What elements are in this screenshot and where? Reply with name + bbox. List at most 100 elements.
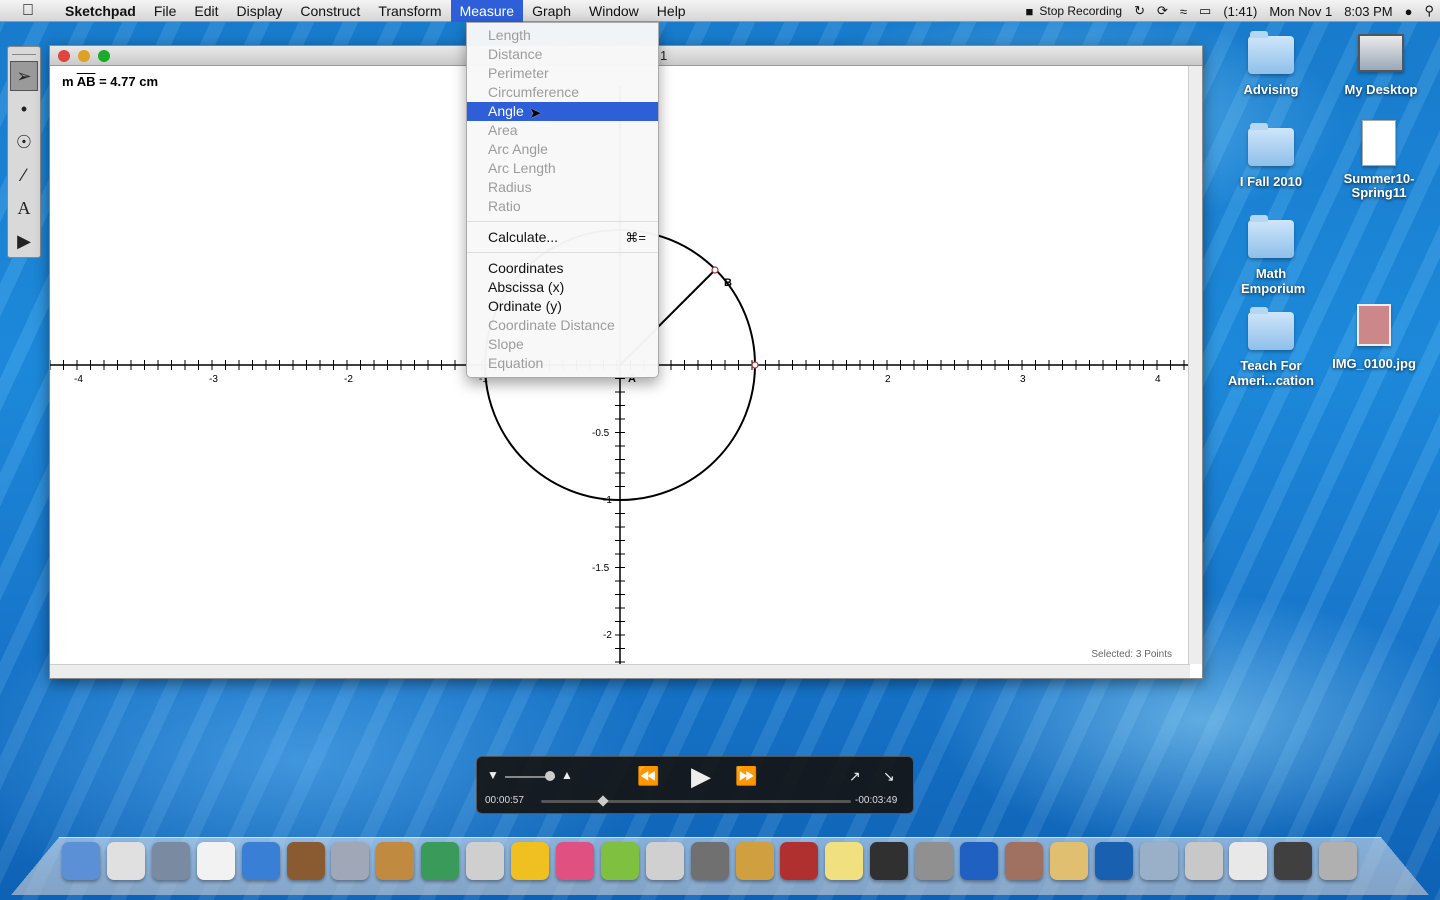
battery-icon[interactable]: ▭	[1193, 3, 1217, 19]
dock-iphoto-icon[interactable]	[286, 842, 325, 880]
record-stop-icon[interactable]: ■	[1020, 4, 1040, 19]
stop-recording-button[interactable]: Stop Recording	[1039, 4, 1128, 18]
menu-item-calculate[interactable]: Calculate... ⌘=	[467, 228, 658, 247]
dock-trash-icon[interactable]	[1319, 842, 1358, 880]
dock-latexit-icon[interactable]	[690, 842, 729, 880]
dock-iweb-icon[interactable]	[331, 842, 370, 880]
volume-knob[interactable]	[545, 771, 555, 781]
screen-icon	[1358, 34, 1404, 72]
dock-screen-recorder-icon[interactable]	[1274, 842, 1313, 880]
custom-tool-icon[interactable]: ▶	[10, 226, 38, 256]
menu-file[interactable]: File	[145, 0, 186, 22]
dock-mail-icon[interactable]	[151, 842, 190, 880]
dock-word-icon[interactable]	[735, 842, 774, 880]
menu-item-perimeter[interactable]: Perimeter	[467, 64, 658, 83]
desktop-folder-math-emporium[interactable]: Math Emporium	[1221, 215, 1321, 296]
desktop-file-img-0100[interactable]: IMG_0100.jpg	[1324, 304, 1424, 371]
menu-graph[interactable]: Graph	[523, 0, 580, 22]
dock-quicktime-icon[interactable]	[1094, 842, 1133, 880]
user-icon[interactable]: ●	[1399, 4, 1419, 19]
point-b[interactable]	[711, 266, 719, 274]
dock-chrome-icon[interactable]	[106, 842, 145, 880]
zoom-button-icon[interactable]	[98, 50, 110, 62]
menu-item-radius[interactable]: Radius	[467, 178, 658, 197]
apple-menu-icon[interactable]: 	[0, 2, 56, 20]
close-button-icon[interactable]	[58, 50, 70, 62]
dock-safari-icon[interactable]	[960, 842, 998, 880]
dock-garageband-icon[interactable]	[600, 842, 639, 880]
spotlight-search-icon[interactable]: ⚲	[1418, 3, 1440, 19]
menu-item-ratio[interactable]: Ratio	[467, 197, 658, 216]
rewind-icon[interactable]: ⏪	[637, 767, 659, 785]
dock-address-book-icon[interactable]	[1049, 842, 1088, 880]
dock-grapher-icon[interactable]	[511, 842, 549, 880]
dock-home-icon[interactable]	[1184, 842, 1223, 880]
menu-item-area[interactable]: Area	[467, 121, 658, 140]
menu-item-length[interactable]: Length	[467, 26, 658, 45]
menu-construct[interactable]: Construct	[291, 0, 369, 22]
desktop-folder-teach-for-america[interactable]: Teach For Ameri...cation	[1221, 307, 1321, 388]
minimize-button-icon[interactable]	[78, 50, 90, 62]
menu-item-coordinate-distance[interactable]: Coordinate Distance	[467, 316, 658, 335]
dock-applications-icon[interactable]	[1139, 842, 1178, 880]
menu-measure[interactable]: Measure	[450, 0, 524, 22]
dock-photo-booth-icon[interactable]	[1004, 842, 1043, 880]
dock-stickies-icon[interactable]	[825, 842, 864, 880]
dock-system-preferences-icon[interactable]	[915, 842, 954, 880]
menu-display[interactable]: Display	[228, 0, 292, 22]
menu-edit[interactable]: Edit	[185, 0, 227, 22]
time-machine-icon[interactable]: ↻	[1128, 3, 1151, 19]
menu-transform[interactable]: Transform	[369, 0, 450, 22]
dock-finder-icon[interactable]	[62, 842, 100, 880]
dock-numbers-icon[interactable]	[421, 842, 460, 880]
dock-itunes-icon[interactable]	[241, 842, 280, 880]
text-tool-icon[interactable]: A	[10, 193, 38, 223]
measurement-label[interactable]: m AB = 4.77 cm	[62, 74, 158, 89]
menu-item-slope[interactable]: Slope	[467, 335, 658, 354]
menu-item-arc-angle[interactable]: Arc Angle	[467, 140, 658, 159]
dock-ical-icon[interactable]	[196, 842, 235, 880]
menu-item-abscissa[interactable]: Abscissa (x)	[467, 278, 658, 297]
menu-item-distance[interactable]: Distance	[467, 45, 658, 64]
date-display[interactable]: Mon Nov 1	[1263, 4, 1338, 19]
point-tool-icon[interactable]: •	[10, 94, 38, 124]
menu-item-ordinate[interactable]: Ordinate (y)	[467, 297, 658, 316]
menu-help[interactable]: Help	[648, 0, 695, 22]
sync-icon[interactable]: ⟳	[1151, 3, 1174, 19]
dock-dictionary-icon[interactable]	[780, 842, 819, 880]
dock-color-icon[interactable]	[555, 842, 594, 880]
menu-item-arc-length[interactable]: Arc Length	[467, 159, 658, 178]
menu-item-angle[interactable]: Angle ➤	[467, 102, 658, 122]
dock-keynote-icon[interactable]	[376, 842, 415, 880]
toolbox-titlebar[interactable]	[12, 47, 36, 55]
straightedge-tool-icon[interactable]: ∕	[10, 160, 38, 190]
menu-app-name[interactable]: Sketchpad	[56, 0, 145, 22]
point-on-axis[interactable]	[751, 361, 759, 369]
progress-track[interactable]	[541, 800, 851, 803]
dock-pdf-icon[interactable]	[1229, 842, 1268, 880]
compass-tool-icon[interactable]: ☉	[10, 127, 38, 157]
desktop-folder-advising[interactable]: Advising	[1221, 31, 1321, 97]
fast-forward-icon[interactable]: ⏩	[735, 767, 757, 785]
playhead[interactable]	[597, 795, 609, 807]
exit-fullscreen-icon[interactable]: ↘	[883, 769, 895, 783]
volume-low-icon: ▼	[487, 768, 499, 782]
play-icon[interactable]: ▶	[691, 763, 711, 789]
dock-activity-monitor-icon[interactable]	[870, 842, 909, 880]
desktop-file-summer10-spring11[interactable]: Summer10-Spring11	[1329, 120, 1429, 200]
dock-cyberduck-icon[interactable]	[645, 842, 684, 880]
wifi-icon[interactable]: ≈	[1174, 4, 1193, 19]
menu-item-circumference[interactable]: Circumference	[467, 83, 658, 102]
desktop-item-my-desktop[interactable]: My Desktop	[1331, 34, 1431, 97]
menu-window[interactable]: Window	[580, 0, 648, 22]
desktop-folder-fall-2010[interactable]: I Fall 2010	[1221, 123, 1321, 189]
share-icon[interactable]: ↗	[849, 769, 861, 783]
horizontal-scrollbar[interactable]	[50, 664, 1190, 678]
menu-item-coordinates[interactable]: Coordinates	[467, 259, 658, 278]
selection-arrow-tool-icon[interactable]: ➢	[10, 61, 38, 91]
vertical-scrollbar[interactable]	[1188, 66, 1202, 664]
time-display[interactable]: 8:03 PM	[1338, 4, 1398, 19]
menu-item-equation[interactable]: Equation	[467, 354, 658, 373]
x-tick-label: -3	[209, 374, 218, 385]
dock-calculator-icon[interactable]	[466, 842, 505, 880]
